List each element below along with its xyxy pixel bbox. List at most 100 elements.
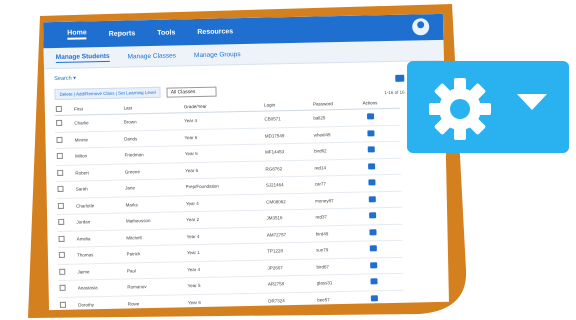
tab-manage-students[interactable]: Manage Students: [55, 52, 110, 63]
grade-cell: Year 1: [185, 243, 267, 262]
row-select-cell: [56, 197, 76, 215]
row-checkbox[interactable]: [58, 252, 65, 259]
row-checkbox[interactable]: [58, 219, 65, 226]
row-actions-cell: [361, 108, 401, 126]
last-name-cell: Paul: [125, 261, 187, 280]
row-select-cell: [56, 181, 75, 198]
class-filter-select[interactable]: All Classes: [166, 86, 217, 98]
row-select-cell: [57, 230, 76, 248]
nav-resources[interactable]: Resources: [197, 28, 233, 36]
pagination-info: 1-16 of 16: [384, 89, 405, 96]
row-actions-cell: [365, 273, 404, 291]
tab-manage-classes[interactable]: Manage Classes: [128, 52, 177, 60]
row-settings-button[interactable]: [368, 196, 376, 203]
grade-cell: Year 4: [185, 226, 267, 245]
row-actions-cell: [362, 141, 401, 159]
grade-cell: Year 6: [184, 160, 265, 179]
tab-manage-groups[interactable]: Manage Groups: [194, 51, 241, 59]
settings-dropdown-panel[interactable]: [407, 61, 569, 153]
grade-cell: Year 4: [184, 193, 266, 212]
first-name-cell: Amelia: [75, 229, 126, 248]
last-name-cell: Jane: [124, 178, 185, 197]
first-name-cell: Robert: [74, 163, 125, 182]
row-actions-cell: [364, 256, 404, 275]
grade-cell: Year 6: [183, 127, 264, 146]
row-checkbox[interactable]: [59, 301, 67, 308]
row-settings-button[interactable]: [367, 130, 375, 137]
row-settings-button[interactable]: [367, 163, 375, 170]
row-checkbox[interactable]: [56, 153, 63, 160]
row-settings-button[interactable]: [366, 113, 374, 120]
col-login[interactable]: Login: [263, 98, 313, 112]
grade-cell: Year 2: [185, 210, 266, 229]
search-toggle[interactable]: Search ▾: [54, 76, 76, 82]
row-select-cell: [57, 214, 76, 231]
user-avatar-icon[interactable]: [412, 18, 430, 36]
row-settings-button[interactable]: [368, 179, 376, 186]
row-select-cell: [58, 263, 77, 281]
first-name-cell: Dorothy: [76, 295, 127, 311]
last-name-cell: Friedman: [123, 145, 185, 164]
row-settings-button[interactable]: [368, 212, 377, 219]
row-actions-cell: [364, 240, 404, 258]
first-name-cell: Minnie: [73, 130, 124, 149]
toolbar: Delete | Add/Remove Class | Set Learning…: [54, 86, 217, 100]
row-checkbox[interactable]: [59, 285, 66, 292]
row-settings-button[interactable]: [369, 245, 377, 252]
password-cell: wheel45: [312, 125, 363, 144]
password-cell: red14: [313, 158, 364, 177]
last-name-cell: Mitchell: [125, 228, 186, 247]
password-cell: bird67: [315, 257, 366, 276]
row-select-cell: [56, 164, 75, 182]
row-settings-button[interactable]: [370, 295, 378, 302]
select-all-cell[interactable]: [54, 103, 74, 116]
row-select-cell: [55, 148, 75, 165]
row-checkbox[interactable]: [56, 136, 63, 143]
row-checkbox[interactable]: [57, 202, 64, 209]
nav-home[interactable]: Home: [67, 29, 87, 40]
login-cell: MF14453: [263, 143, 314, 161]
row-checkbox[interactable]: [57, 186, 64, 193]
last-name-cell: Marks: [124, 195, 186, 214]
row-select-cell: [58, 296, 78, 311]
grade-cell: Year 4: [183, 111, 264, 130]
row-select-cell: [55, 131, 74, 149]
grade-cell: Year 5: [186, 276, 268, 295]
first-name-cell: Sarah: [74, 180, 125, 198]
first-name-cell: Charlotte: [74, 196, 125, 215]
first-name-cell: Anastasia: [76, 279, 127, 297]
first-name-cell: Jordan: [75, 213, 126, 231]
last-name-cell: Matheusson: [124, 211, 186, 230]
row-checkbox[interactable]: [57, 169, 64, 176]
grade-cell: Prep/Foundation: [184, 177, 265, 196]
row-settings-button[interactable]: [367, 146, 375, 153]
nav-tools[interactable]: Tools: [157, 29, 175, 36]
select-all-checkbox[interactable]: [55, 105, 62, 112]
first-name-cell: Charlie: [73, 114, 124, 132]
row-settings-button[interactable]: [369, 262, 378, 269]
row-settings-button[interactable]: [369, 229, 377, 236]
bulk-actions-links[interactable]: Delete | Add/Remove Class | Set Learning…: [54, 86, 161, 100]
gear-icon: [429, 78, 491, 140]
first-name-cell: Jaime: [76, 262, 127, 281]
students-table: First Last Grade/Year Login Password Act…: [54, 96, 405, 311]
settings-button[interactable]: [395, 74, 405, 82]
nav-reports[interactable]: Reports: [109, 30, 136, 38]
password-cell: sun79: [314, 241, 365, 259]
row-settings-button[interactable]: [370, 278, 378, 285]
row-checkbox[interactable]: [59, 268, 66, 275]
row-select-cell: [57, 247, 77, 264]
login-cell: MD17549: [263, 126, 313, 145]
login-cell: AR2758: [266, 275, 317, 293]
row-actions-cell: [362, 124, 401, 143]
grade-cell: Year 4: [186, 259, 267, 278]
login-cell: RG8762: [264, 159, 314, 178]
row-actions-cell: [364, 223, 403, 242]
login-cell: CB0571: [263, 110, 313, 128]
row-checkbox[interactable]: [56, 120, 63, 127]
password-cell: car77: [313, 175, 364, 193]
row-checkbox[interactable]: [58, 235, 65, 242]
last-name-cell: Greene: [123, 162, 185, 181]
password-cell: bird62: [312, 142, 363, 160]
password-cell: bird49: [314, 224, 365, 243]
